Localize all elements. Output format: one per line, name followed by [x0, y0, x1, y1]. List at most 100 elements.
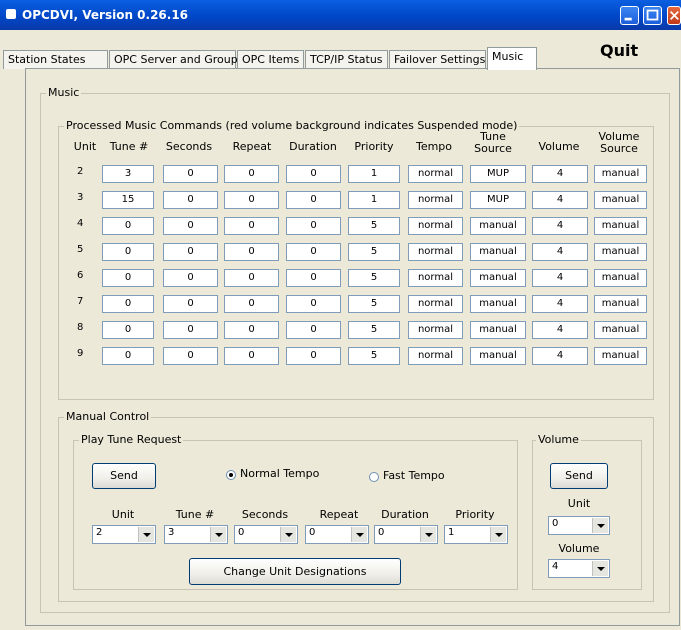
tune-cell: 0	[102, 295, 154, 313]
row-unit-label: 6	[77, 270, 84, 281]
duration-select[interactable]: 0	[374, 525, 438, 544]
volume-unit-label: Unit	[567, 497, 591, 510]
row-unit-label: 7	[77, 296, 84, 307]
tune-source-cell: MUP	[470, 165, 526, 183]
priority-cell: 5	[348, 269, 400, 287]
chevron-down-icon[interactable]	[592, 518, 608, 533]
priority-cell: 5	[348, 295, 400, 313]
volume-source-cell: manual	[594, 217, 647, 235]
seconds-field-label: Seconds	[241, 508, 289, 521]
fast-tempo-label: Fast Tempo	[383, 469, 445, 482]
normal-tempo-radio[interactable]	[226, 470, 236, 480]
header-duration: Duration	[289, 140, 337, 153]
tune-cell: 0	[102, 269, 154, 287]
tab-opc-server-and-group[interactable]: OPC Server and Group	[109, 50, 238, 69]
priority-field-label: Priority	[455, 508, 495, 521]
seconds-cell: 0	[163, 295, 218, 313]
duration-select-value: 0	[378, 527, 385, 538]
duration-cell: 0	[286, 243, 341, 261]
manual-control-label: Manual Control	[64, 410, 152, 423]
volume-cell: 4	[532, 243, 588, 261]
tune-cell: 0	[102, 217, 154, 235]
tune-select[interactable]: 3	[164, 525, 228, 544]
repeat-select-value: 0	[309, 527, 316, 538]
duration-cell: 0	[286, 295, 341, 313]
app-icon	[6, 9, 16, 19]
tab-failover-settings[interactable]: Failover Settings	[389, 50, 486, 69]
volume-unit-select[interactable]: 0	[548, 516, 610, 535]
row-unit-label: 4	[77, 218, 84, 229]
header-repeat: Repeat	[232, 140, 272, 153]
chevron-down-icon[interactable]	[420, 527, 436, 542]
repeat-select[interactable]: 0	[305, 525, 369, 544]
row-unit-label: 5	[77, 244, 84, 255]
seconds-cell: 0	[163, 243, 218, 261]
quit-button[interactable]: Quit	[600, 41, 638, 60]
header-tune-source: Tune Source	[474, 130, 512, 155]
seconds-cell: 0	[163, 191, 218, 209]
priority-select[interactable]: 1	[444, 525, 508, 544]
chevron-down-icon[interactable]	[280, 527, 296, 542]
unit-select[interactable]: 2	[92, 525, 156, 544]
chevron-down-icon[interactable]	[351, 527, 367, 542]
play-tune-send-button[interactable]: Send	[92, 463, 156, 489]
volume-cell: 4	[532, 165, 588, 183]
duration-field-label: Duration	[381, 508, 429, 521]
tune-cell: 3	[102, 165, 154, 183]
header-tune: Tune #	[109, 140, 149, 153]
tempo-cell: normal	[408, 191, 463, 209]
volume-source-cell: manual	[594, 191, 647, 209]
duration-cell: 0	[286, 191, 341, 209]
repeat-cell: 0	[224, 191, 279, 209]
volume-send-button[interactable]: Send	[550, 463, 608, 489]
chevron-down-icon[interactable]	[210, 527, 226, 542]
volume-level-select[interactable]: 4	[548, 559, 610, 578]
maximize-icon	[646, 9, 659, 21]
priority-cell: 5	[348, 321, 400, 339]
chevron-down-icon[interactable]	[490, 527, 506, 542]
volume-cell: 4	[532, 191, 588, 209]
volume-cell: 4	[532, 295, 588, 313]
volume-unit-select-value: 0	[552, 518, 559, 529]
seconds-select[interactable]: 0	[234, 525, 298, 544]
tune-source-cell: MUP	[470, 191, 526, 209]
duration-cell: 0	[286, 321, 341, 339]
tune-source-cell: manual	[470, 243, 526, 261]
play-tune-request-label: Play Tune Request	[79, 433, 184, 446]
chevron-down-icon[interactable]	[138, 527, 154, 542]
minimize-icon	[624, 17, 632, 21]
tab-opc-items[interactable]: OPC Items	[237, 50, 304, 69]
priority-cell: 1	[348, 165, 400, 183]
minimize-button[interactable]	[620, 6, 639, 25]
tab-station-states[interactable]: Station States	[3, 50, 108, 69]
change-unit-designations-button[interactable]: Change Unit Designations	[189, 558, 401, 585]
close-button[interactable]	[667, 6, 681, 25]
fast-tempo-radio[interactable]	[369, 472, 379, 482]
duration-cell: 0	[286, 217, 341, 235]
priority-cell: 5	[348, 347, 400, 365]
normal-tempo-label: Normal Tempo	[240, 467, 320, 480]
volume-source-cell: manual	[594, 295, 647, 313]
header-priority: Priority	[354, 140, 394, 153]
priority-cell: 1	[348, 191, 400, 209]
tune-source-cell: manual	[470, 321, 526, 339]
tab-music[interactable]: Music	[487, 47, 537, 70]
seconds-cell: 0	[163, 217, 218, 235]
tab-tcp-ip-status[interactable]: TCP/IP Status	[305, 50, 388, 69]
duration-cell: 0	[286, 347, 341, 365]
volume-cell: 4	[532, 217, 588, 235]
window-title: OPCDVI, Version 0.26.16	[22, 8, 189, 22]
close-icon	[669, 11, 679, 20]
maximize-button[interactable]	[643, 6, 662, 25]
tune-field-label: Tune #	[175, 508, 215, 521]
volume-level-select-value: 4	[552, 561, 559, 572]
chevron-down-icon[interactable]	[592, 561, 608, 576]
header-volume: Volume	[538, 140, 580, 153]
seconds-select-value: 0	[238, 527, 245, 538]
duration-cell: 0	[286, 269, 341, 287]
tune-source-cell: manual	[470, 269, 526, 287]
repeat-cell: 0	[224, 165, 279, 183]
tune-cell: 0	[102, 347, 154, 365]
unit-select-value: 2	[96, 527, 103, 538]
title-bar: OPCDVI, Version 0.26.16	[0, 0, 681, 30]
